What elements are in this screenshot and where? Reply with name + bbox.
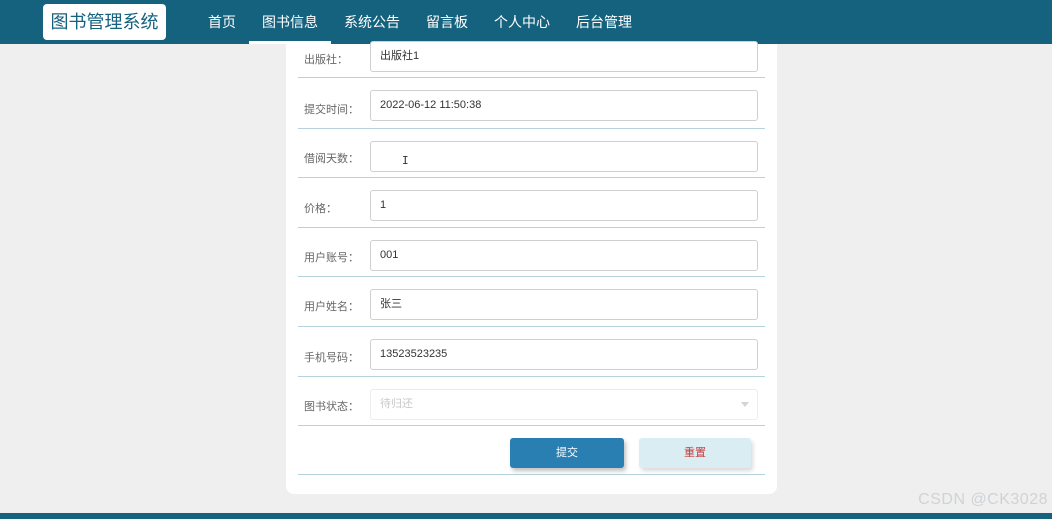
book-status-value: 待归还 bbox=[380, 398, 413, 410]
bottom-bar bbox=[0, 513, 1052, 519]
user-account-label: 用户账号： bbox=[304, 252, 359, 264]
nav-announcements[interactable]: 系统公告 bbox=[331, 0, 413, 44]
borrow-form-card: 出版社： 出版社1 提交时间： 2022-06-12 11:50:38 借阅天数… bbox=[286, 41, 777, 494]
form-row-user-account: 用户账号： 001 bbox=[298, 228, 765, 277]
nav-admin[interactable]: 后台管理 bbox=[563, 0, 645, 44]
nav-book-info[interactable]: 图书信息 bbox=[249, 0, 331, 44]
user-name-label: 用户姓名： bbox=[304, 301, 359, 313]
user-account-input[interactable]: 001 bbox=[370, 240, 758, 271]
borrow-days-label: 借阅天数： bbox=[304, 153, 359, 165]
price-input[interactable]: 1 bbox=[370, 190, 758, 221]
user-name-input[interactable]: 张三 bbox=[370, 289, 758, 320]
phone-input[interactable]: 13523523235 bbox=[370, 339, 758, 370]
phone-label: 手机号码： bbox=[304, 352, 359, 364]
form-row-price: 价格： 1 bbox=[298, 178, 765, 228]
app-logo[interactable]: 图书管理系统 bbox=[43, 4, 166, 40]
borrow-days-input[interactable]: I bbox=[370, 141, 758, 172]
nav-message-board[interactable]: 留言板 bbox=[413, 0, 481, 44]
form-row-phone: 手机号码： 13523523235 bbox=[298, 327, 765, 377]
publisher-input[interactable]: 出版社1 bbox=[370, 41, 758, 72]
form-row-book-status: 图书状态： 待归还 bbox=[298, 377, 765, 426]
nav-home[interactable]: 首页 bbox=[195, 0, 249, 44]
submit-time-label: 提交时间： bbox=[304, 104, 359, 116]
submit-time-input[interactable]: 2022-06-12 11:50:38 bbox=[370, 90, 758, 121]
reset-button[interactable]: 重置 bbox=[639, 438, 751, 468]
form-row-submit-time: 提交时间： 2022-06-12 11:50:38 bbox=[298, 78, 765, 129]
form-row-user-name: 用户姓名： 张三 bbox=[298, 277, 765, 327]
main-nav: 首页 图书信息 系统公告 留言板 个人中心 后台管理 bbox=[195, 0, 645, 44]
text-cursor-icon: I bbox=[402, 154, 409, 167]
form-row-publisher: 出版社： 出版社1 bbox=[298, 41, 765, 78]
nav-personal-center[interactable]: 个人中心 bbox=[481, 0, 563, 44]
book-status-select[interactable]: 待归还 bbox=[370, 389, 758, 420]
book-status-label: 图书状态： bbox=[304, 401, 359, 413]
price-label: 价格： bbox=[304, 203, 337, 215]
top-navigation-bar: 图书管理系统 首页 图书信息 系统公告 留言板 个人中心 后台管理 bbox=[0, 0, 1052, 44]
publisher-label: 出版社： bbox=[304, 54, 348, 66]
watermark: CSDN @CK3028 bbox=[918, 491, 1048, 508]
submit-button[interactable]: 提交 bbox=[510, 438, 624, 468]
chevron-down-icon bbox=[741, 402, 749, 407]
form-row-borrow-days: 借阅天数： I bbox=[298, 129, 765, 178]
